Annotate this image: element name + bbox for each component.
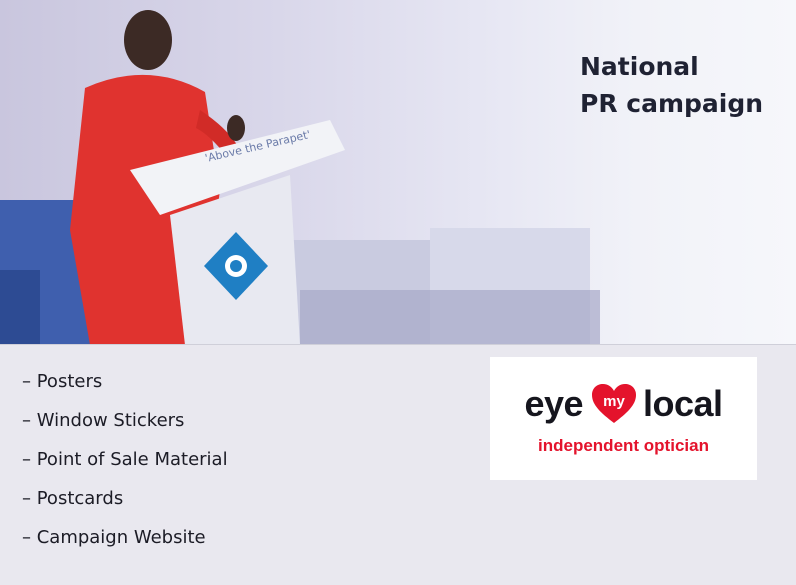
campaign-items-list: – Posters – Window Stickers – Point of S…	[22, 362, 228, 557]
podium-emblem-center	[230, 260, 242, 272]
list-item: – Postcards	[22, 488, 124, 509]
list-item: – Posters	[22, 371, 103, 392]
stage-step	[300, 290, 600, 345]
list-item: – Campaign Website	[22, 527, 206, 548]
page-title: National PR campaign	[580, 48, 763, 122]
logo-wordmark: eye my local	[490, 380, 757, 428]
logo-tagline: independent optician	[538, 436, 709, 455]
section-divider	[0, 344, 796, 345]
speaker-hand	[227, 115, 245, 141]
stage-block-dark	[0, 270, 40, 345]
heart-label: my	[603, 393, 625, 410]
logo-word-local: local	[643, 383, 723, 424]
title-line-2: PR campaign	[580, 89, 764, 118]
list-item: – Window Stickers	[22, 410, 185, 431]
heart-icon: my	[591, 383, 637, 425]
hero-banner: 'Above the Parapet' National PR campaign	[0, 0, 796, 345]
logo-word-eye: eye	[524, 383, 584, 424]
speaker-head	[124, 10, 172, 70]
eye-my-local-logo: eye my local independent optician	[490, 357, 757, 480]
list-item: – Point of Sale Material	[22, 449, 228, 470]
title-line-1: National	[580, 52, 699, 81]
